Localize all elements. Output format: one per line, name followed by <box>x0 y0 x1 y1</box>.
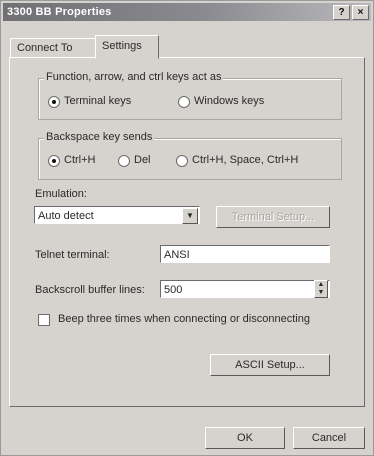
tab-connect-to[interactable]: Connect To <box>10 38 100 58</box>
ctrl-h-label[interactable]: Ctrl+H <box>64 154 95 166</box>
terminal-setup-button[interactable]: Terminal Setup... <box>216 206 330 228</box>
close-button[interactable]: × <box>352 5 369 20</box>
cancel-button[interactable]: Cancel <box>293 427 365 449</box>
chevron-down-icon[interactable]: ▼ <box>182 208 198 224</box>
terminal-keys-radio[interactable] <box>48 96 60 108</box>
telnet-terminal-value: ANSI <box>164 249 190 261</box>
ascii-setup-button[interactable]: ASCII Setup... <box>210 354 330 376</box>
beep-checkbox[interactable] <box>38 314 50 326</box>
ok-button[interactable]: OK <box>205 427 285 449</box>
settings-panel: Function, arrow, and ctrl keys act as Te… <box>9 57 365 407</box>
backspace-label: Backspace key sends <box>44 131 155 143</box>
tab-settings[interactable]: Settings <box>95 35 159 59</box>
windows-keys-label[interactable]: Windows keys <box>194 95 264 107</box>
title-bar[interactable]: 3300 BB Properties ? × <box>3 3 371 21</box>
telnet-terminal-field[interactable]: ANSI <box>160 245 330 263</box>
properties-dialog: 3300 BB Properties ? × Connect To Settin… <box>0 0 374 456</box>
backscroll-label: Backscroll buffer lines: <box>35 284 145 296</box>
ctrl-h-space-label[interactable]: Ctrl+H, Space, Ctrl+H <box>192 154 298 166</box>
ctrl-h-space-radio[interactable] <box>176 155 188 167</box>
emulation-label: Emulation: <box>35 188 87 200</box>
ctrl-h-radio[interactable] <box>48 155 60 167</box>
backscroll-value: 500 <box>164 284 183 296</box>
backscroll-field[interactable]: 500 <box>160 280 330 298</box>
telnet-terminal-label: Telnet terminal: <box>35 249 110 261</box>
function-keys-label: Function, arrow, and ctrl keys act as <box>44 71 224 83</box>
terminal-keys-label[interactable]: Terminal keys <box>64 95 131 107</box>
tab-settings-label: Settings <box>102 40 142 52</box>
emulation-value: Auto detect <box>38 210 94 222</box>
emulation-select[interactable]: Auto detect <box>34 206 200 224</box>
beep-label[interactable]: Beep three times when connecting or disc… <box>58 313 310 325</box>
backscroll-spinner[interactable]: ▲ ▼ <box>314 280 328 298</box>
del-radio[interactable] <box>118 155 130 167</box>
window-title: 3300 BB Properties <box>7 6 112 18</box>
help-button[interactable]: ? <box>333 5 350 20</box>
windows-keys-radio[interactable] <box>178 96 190 108</box>
tab-connect-to-label: Connect To <box>17 42 73 54</box>
del-label[interactable]: Del <box>134 154 151 166</box>
